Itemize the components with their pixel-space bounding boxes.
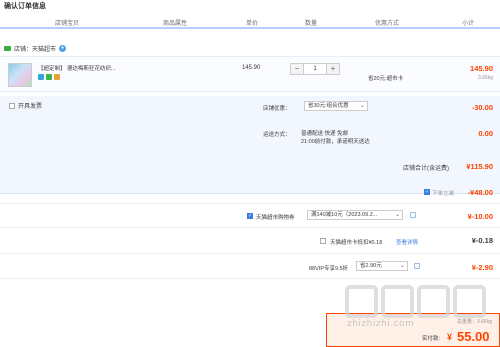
discount-select-value: 省30元:组合优惠 — [308, 103, 349, 109]
actual-payment-amount: 55.00 — [457, 329, 490, 344]
chevron-down-icon: ⌄ — [359, 103, 365, 109]
store-row: 店铺：天猫超市 ● — [4, 43, 67, 53]
shipping-method: 普通配送 快递 免邮 — [301, 131, 349, 137]
coupon-label: 天猫超市购物券 — [256, 215, 295, 221]
instant-discount-checkbox[interactable]: ✓ — [424, 189, 430, 195]
unit-price: 145.90 — [242, 65, 261, 71]
coupon-select-value: 满140减10元（2023.09.2... — [311, 212, 378, 218]
invoice-label: 开具发票 — [18, 104, 43, 110]
product-thumbnail[interactable] — [8, 63, 32, 87]
item-row: 【超定制】 德达梅斯狂花纺织... 145.90 − 1 + 省20元:超市卡 … — [0, 56, 500, 92]
supermarket-card-value: ¥-0.18 — [471, 236, 493, 245]
item-subtotal: 145.90 — [470, 64, 493, 73]
supermarket-card-label: 天猫超市卡抵扣¥0.18 — [330, 240, 383, 246]
col-subtotal: 小计 — [462, 21, 475, 27]
invoice-option[interactable]: 开具发票 — [9, 101, 42, 110]
col-unit-price: 单价 — [246, 21, 259, 27]
note-icon[interactable] — [410, 212, 416, 218]
coupon-checkbox[interactable]: ✓ — [247, 213, 253, 219]
shipping-promise: 21:00前付款，承诺明天送达 — [301, 139, 370, 145]
coupon-value: ¥-10.00 — [467, 212, 493, 221]
actual-payment-label: 实付款: — [422, 336, 441, 342]
store-total-label: 店铺合计(含运费) — [403, 166, 449, 172]
vip-discount-select[interactable]: 省2.90元 ⌄ — [356, 261, 408, 271]
quantity-increase-button[interactable]: + — [327, 64, 339, 74]
vip-discount-label: 88VIP专享9.5折 — [309, 266, 349, 272]
quantity-stepper[interactable]: − 1 + — [290, 63, 340, 75]
service-badge-icon — [38, 74, 44, 80]
promo-note: 省20元:超市卡 — [368, 76, 404, 82]
credit-badge-icon — [54, 74, 60, 80]
chat-icon[interactable]: ● — [59, 44, 67, 52]
col-attributes: 商品属性 — [163, 21, 188, 27]
total-weight: 总重量：3.66kg — [456, 319, 492, 325]
quantity-input[interactable]: 1 — [303, 64, 327, 74]
instant-discount-value: -¥48.00 — [467, 188, 493, 197]
col-quantity: 数量 — [305, 21, 318, 27]
instant-discount-label: 下单立减 — [432, 191, 455, 197]
page-title: 确认订单信息 — [4, 3, 46, 10]
payment-summary: 总重量：3.66kg 实付款: ¥ 55.00 — [326, 313, 500, 347]
item-weight: 3.66kg — [477, 75, 493, 81]
currency-symbol: ¥ — [447, 332, 453, 342]
supermarket-card-checkbox[interactable] — [320, 238, 326, 244]
chevron-down-icon: ⌄ — [399, 263, 405, 269]
store-total-value: ¥115.90 — [466, 162, 493, 171]
invoice-checkbox[interactable] — [9, 102, 15, 109]
col-promotion: 优惠方式 — [375, 21, 400, 27]
column-header: 店铺宝贝 商品属性 单价 数量 优惠方式 小计 — [0, 13, 500, 29]
shipping-value: 0.00 — [478, 129, 493, 138]
note-icon[interactable] — [414, 263, 420, 269]
view-details-link[interactable]: 查看详情 — [396, 238, 418, 246]
discount-value: -30.00 — [471, 103, 493, 112]
shipping-label: 运送方式： — [263, 132, 291, 138]
shipping-info: 普通配送 快递 免邮 21:00前付款，承诺明天送达 — [301, 130, 370, 146]
guarantee-badge-icon — [46, 74, 52, 80]
vip-discount-value: ¥-2.90 — [471, 263, 493, 272]
store-icon — [4, 45, 11, 51]
coupon-select[interactable]: 满140减10元（2023.09.2... ⌄ — [307, 210, 403, 220]
item-title[interactable]: 【超定制】 德达梅斯狂花纺织... — [38, 64, 116, 72]
discount-label: 店铺优惠： — [263, 106, 291, 112]
item-badges — [38, 74, 60, 80]
col-store-item: 店铺宝贝 — [55, 21, 80, 27]
vip-discount-select-value: 省2.90元 — [360, 263, 382, 269]
discount-select[interactable]: 省30元:组合优惠 ⌄ — [304, 101, 368, 111]
store-name[interactable]: 店铺：天猫超市 — [14, 44, 56, 53]
quantity-decrease-button[interactable]: − — [291, 64, 303, 74]
chevron-down-icon: ⌄ — [394, 212, 400, 218]
order-options-panel: 开具发票 店铺优惠： 省30元:组合优惠 ⌄ -30.00 运送方式： 普通配送… — [0, 96, 500, 194]
